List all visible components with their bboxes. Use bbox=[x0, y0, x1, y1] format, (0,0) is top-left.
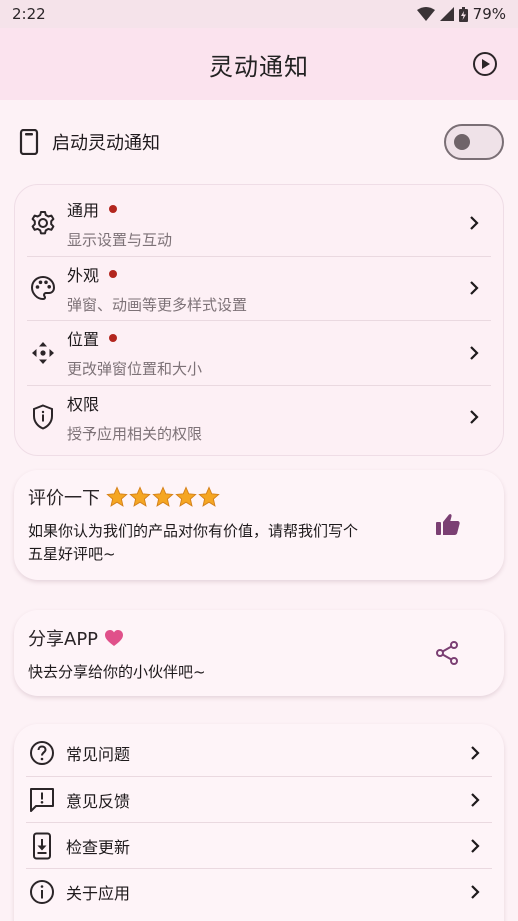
master-toggle-row[interactable]: 启动灵动通知 bbox=[0, 100, 518, 184]
palette-icon bbox=[30, 276, 56, 301]
feedback-icon bbox=[30, 787, 54, 812]
gear-icon bbox=[31, 211, 55, 235]
star-icon bbox=[106, 486, 128, 507]
misc-item-faq[interactable]: 常见问题 bbox=[26, 730, 492, 776]
star-icon bbox=[175, 486, 197, 507]
shield-icon bbox=[33, 404, 53, 430]
new-dot bbox=[109, 334, 118, 343]
settings-item-subtitle: 授予应用相关的权限 bbox=[67, 424, 203, 443]
misc-item-label: 常见问题 bbox=[66, 745, 131, 764]
share-card[interactable]: 分享APP 快去分享给你的小伙伴吧~ bbox=[14, 610, 504, 696]
star-icon bbox=[129, 486, 151, 507]
status-icons: 79% bbox=[416, 5, 506, 23]
settings-item-subtitle: 更改弹窗位置和大小 bbox=[67, 360, 203, 379]
chevron-right-icon bbox=[471, 746, 480, 760]
status-time: 2:22 bbox=[12, 5, 46, 23]
settings-item-appearance[interactable]: 外观 弹窗、动画等更多样式设置 bbox=[27, 255, 491, 321]
phone-icon bbox=[19, 129, 39, 155]
star-icon bbox=[152, 486, 174, 507]
rate-desc-line-2: 五星好评吧~ bbox=[28, 545, 116, 563]
move-icon bbox=[32, 341, 54, 364]
misc-item-update[interactable]: 检查更新 bbox=[26, 822, 492, 868]
chevron-right-icon bbox=[471, 838, 480, 853]
signal-icon bbox=[439, 7, 454, 21]
misc-item-about[interactable]: 关于应用 bbox=[26, 868, 492, 914]
battery-percent: 79% bbox=[472, 5, 506, 23]
page-title: 灵动通知 bbox=[209, 52, 309, 81]
settings-item-general[interactable]: 通用 显示设置与互动 bbox=[27, 191, 491, 256]
settings-item-title: 权限 bbox=[67, 394, 100, 414]
heart-icon bbox=[105, 629, 124, 646]
misc-item-label: 意见反馈 bbox=[66, 791, 131, 811]
settings-item-title: 外观 bbox=[67, 265, 100, 285]
rate-desc-line-1: 如果你认为我们的产品对你有价值，请帮我们写个 bbox=[28, 522, 359, 540]
master-label: 启动灵动通知 bbox=[52, 133, 160, 154]
misc-item-label: 检查更新 bbox=[66, 837, 131, 857]
battery-icon bbox=[458, 6, 468, 22]
share-icon[interactable] bbox=[434, 640, 460, 666]
misc-item-label: 关于应用 bbox=[66, 883, 131, 903]
settings-item-subtitle: 显示设置与互动 bbox=[67, 230, 173, 249]
settings-item-permissions[interactable]: 权限 授予应用相关的权限 bbox=[27, 384, 491, 450]
info-icon bbox=[30, 879, 54, 904]
settings-item-title: 通用 bbox=[67, 200, 100, 220]
rate-description: 如果你认为我们的产品对你有价值，请帮我们写个 五星好评吧~ bbox=[28, 520, 398, 566]
share-description: 快去分享给你的小伙伴吧~ bbox=[28, 662, 206, 681]
chevron-right-icon bbox=[470, 410, 479, 425]
thumbs-up-icon[interactable] bbox=[434, 511, 462, 539]
settings-item-subtitle: 弹窗、动画等更多样式设置 bbox=[67, 295, 248, 314]
chevron-right-icon bbox=[471, 792, 480, 807]
wifi-icon bbox=[416, 7, 435, 21]
star-icon bbox=[198, 486, 220, 507]
settings-card: 通用 显示设置与互动 外观 弹窗、动画等更多样式设置 位置 更改弹窗位置和大小 … bbox=[14, 184, 504, 456]
master-switch[interactable] bbox=[444, 124, 504, 160]
help-icon bbox=[30, 741, 54, 765]
new-dot bbox=[109, 269, 118, 278]
app-bar: 灵动通知 bbox=[0, 28, 518, 100]
play-icon[interactable] bbox=[472, 51, 498, 77]
new-dot bbox=[109, 204, 118, 213]
share-title: 分享APP bbox=[28, 628, 99, 650]
chevron-right-icon bbox=[470, 216, 479, 231]
rate-card[interactable]: 评价一下 如果你认为我们的产品对你有价值，请帮我们写个 五星好评吧~ bbox=[14, 470, 504, 580]
settings-item-position[interactable]: 位置 更改弹窗位置和大小 bbox=[27, 320, 491, 385]
update-icon bbox=[33, 832, 51, 859]
misc-item-feedback[interactable]: 意见反馈 bbox=[26, 776, 492, 822]
settings-item-title: 位置 bbox=[67, 330, 100, 350]
switch-knob bbox=[454, 134, 470, 150]
chevron-right-icon bbox=[470, 281, 479, 296]
rating-stars bbox=[106, 486, 220, 508]
rate-title: 评价一下 bbox=[28, 488, 100, 509]
status-bar: 2:22 79% bbox=[0, 0, 518, 28]
misc-card: 常见问题 意见反馈 检查更新 关于应用 bbox=[14, 724, 504, 921]
chevron-right-icon bbox=[471, 884, 480, 899]
chevron-right-icon bbox=[470, 345, 479, 360]
